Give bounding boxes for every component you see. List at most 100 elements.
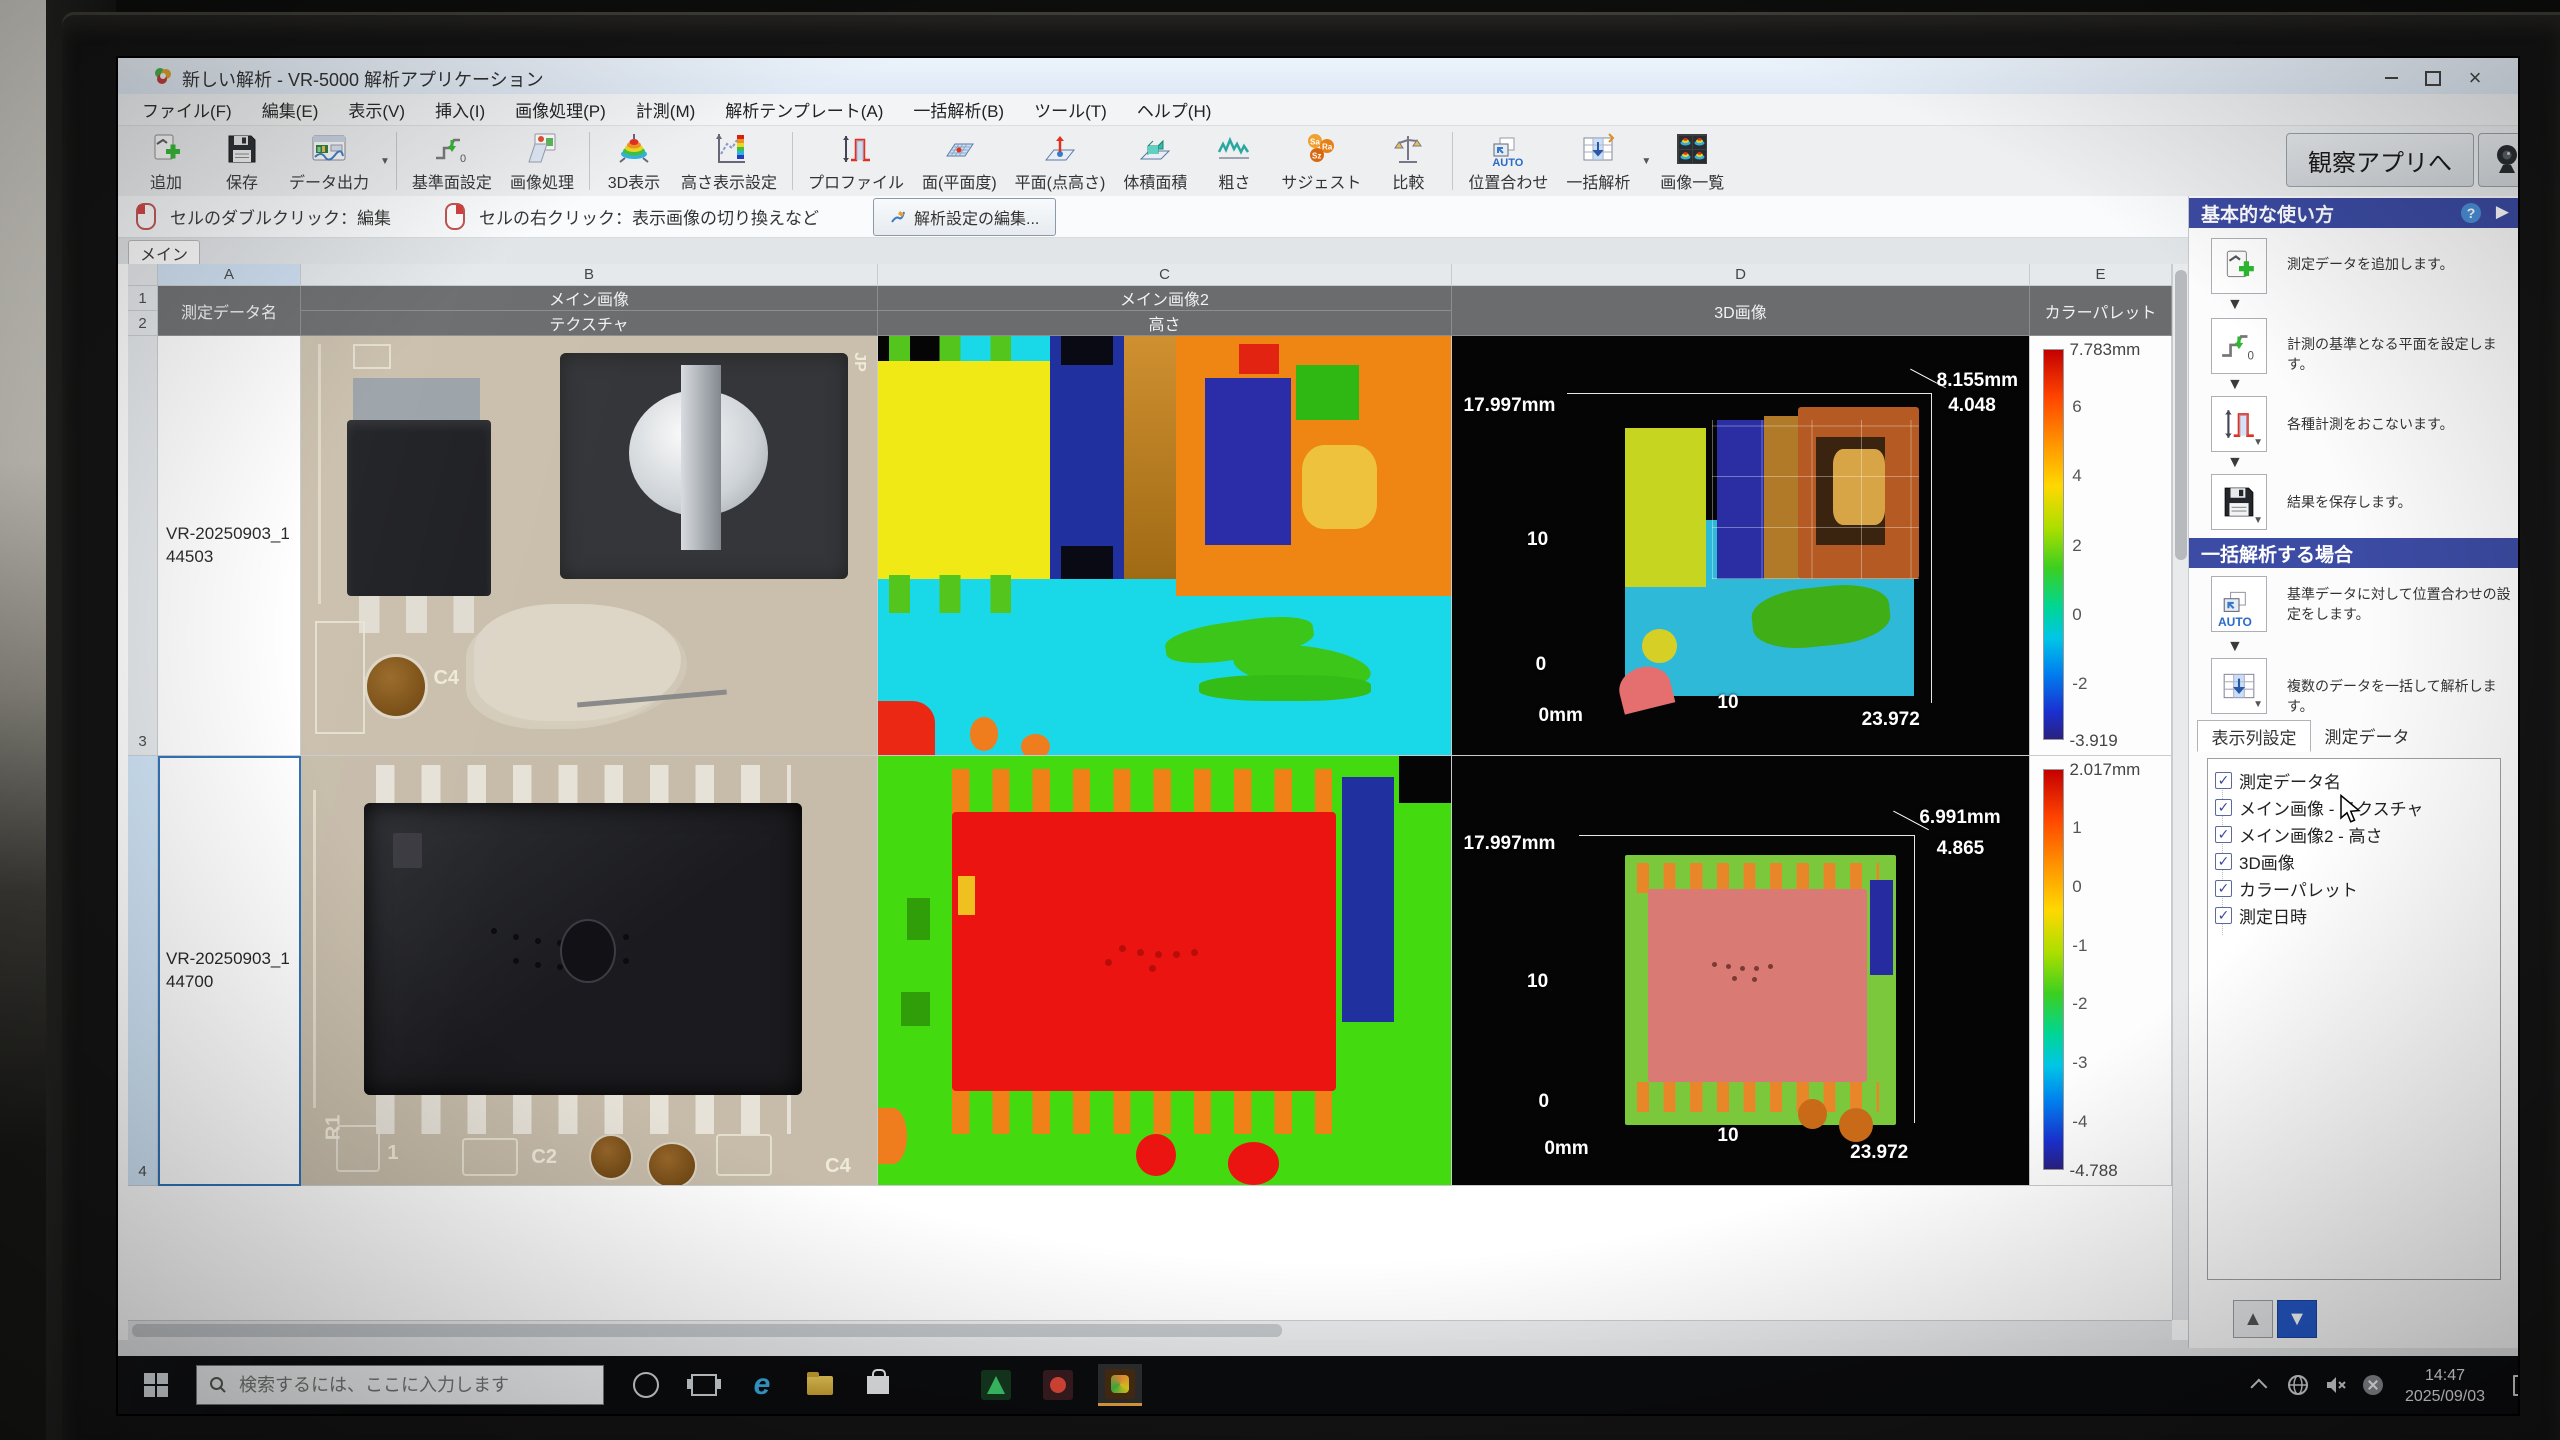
header-texture[interactable]: テクスチャ <box>301 311 878 336</box>
observe-camera-button[interactable] <box>2478 133 2518 187</box>
header-3d-image[interactable]: 3D画像 <box>1452 286 2030 336</box>
corner-cell[interactable] <box>128 264 158 286</box>
toolbar-image-list-button[interactable]: 画像一覧 <box>1651 126 1733 196</box>
tab-measurement-data[interactable]: 測定データ <box>2315 720 2419 750</box>
row1-3d-image-cell[interactable]: 17.997mm 8.155mm 4.048 10 0 0mm 10 23.97… <box>1452 336 2030 756</box>
start-button[interactable] <box>134 1364 178 1406</box>
batch-analysis-dropdown-icon[interactable]: ▼ <box>1641 156 1651 167</box>
batch-dropdown-icon[interactable]: ▼ <box>2253 699 2263 710</box>
column-header-a[interactable]: A <box>158 264 301 286</box>
header-height[interactable]: 高さ <box>878 311 1452 336</box>
check-row-name[interactable]: ✓測定データ名 <box>2215 768 2341 792</box>
search-input[interactable] <box>237 1374 571 1397</box>
move-up-button[interactable]: ▲ <box>2233 1300 2273 1338</box>
data-export-dropdown-icon[interactable]: ▼ <box>380 156 390 167</box>
step-save-button[interactable]: ▼ <box>2211 474 2267 530</box>
check-row-main-image[interactable]: ✓メイン画像 - テクスチャ <box>2215 795 2423 819</box>
menu-analysis-template[interactable]: 解析テンプレート(A) <box>725 97 883 122</box>
maximize-button[interactable] <box>2416 66 2450 90</box>
column-header-e[interactable]: E <box>2030 264 2172 286</box>
help-icon[interactable]: ? <box>2461 203 2481 223</box>
vr-app1-button[interactable] <box>974 1364 1018 1406</box>
edge-button[interactable]: e <box>740 1364 784 1406</box>
store-button[interactable] <box>856 1364 900 1406</box>
row2-palette-cell[interactable]: 2.017mm 1 0 -1 -2 -3 -4 -4.788 <box>2030 756 2172 1186</box>
row1-texture-image-cell[interactable]: C4 JP <box>301 336 878 756</box>
row-header-3[interactable]: 3 <box>128 336 158 756</box>
network-button[interactable] <box>2280 1364 2316 1406</box>
toolbar-datum-plane-button[interactable]: 0 基準面設定 <box>403 126 501 196</box>
measure-dropdown-icon[interactable]: ▼ <box>2253 437 2263 448</box>
menu-image-processing[interactable]: 画像処理(P) <box>515 97 606 122</box>
row2-name-cell-selected[interactable]: VR-20250903_144700 <box>158 756 301 1186</box>
row-header-1[interactable]: 1 <box>128 286 158 311</box>
toolbar-volume-area-button[interactable]: 体積面積 <box>1114 126 1196 196</box>
menu-batch-analysis[interactable]: 一括解析(B) <box>913 97 1004 122</box>
observe-app-button[interactable]: 観察アプリへ <box>2286 133 2474 187</box>
toolbar-flatness-button[interactable]: 面(平面度) <box>913 126 1006 196</box>
header-main-image[interactable]: メイン画像 <box>301 286 878 311</box>
toolbar-height-display-button[interactable]: 高さ表示設定 <box>672 126 786 196</box>
collapse-arrow-icon[interactable]: ▶ <box>2496 202 2509 222</box>
menu-view[interactable]: 表示(V) <box>348 97 405 122</box>
toolbar-compare-button[interactable]: 比較 <box>1370 126 1446 196</box>
vr-analysis-app-button-active[interactable] <box>1098 1364 1142 1406</box>
toolbar-roughness-button[interactable]: 粗さ <box>1196 126 1272 196</box>
header-name[interactable]: 測定データ名 <box>158 286 301 336</box>
tray-app-button[interactable] <box>2356 1364 2390 1406</box>
check-row-color-palette[interactable]: ✓カラーパレット <box>2215 876 2358 900</box>
check-row-3d-image[interactable]: ✓3D画像 <box>2215 849 2295 873</box>
row-header-2[interactable]: 2 <box>128 311 158 336</box>
toolbar-suggest-button[interactable]: SaRaSz サジェスト <box>1272 126 1370 196</box>
row2-texture-image-cell[interactable]: R1 1 C2 C4 <box>301 756 878 1186</box>
step-measure-button[interactable]: ▼ <box>2211 396 2267 452</box>
row2-heightmap-image-cell[interactable] <box>878 756 1452 1186</box>
checkbox-checked-icon[interactable]: ✓ <box>2215 799 2232 816</box>
vertical-scrollbar[interactable] <box>2172 264 2189 1320</box>
step-auto-align-button[interactable]: AUTO <box>2211 576 2267 632</box>
row1-palette-cell[interactable]: 7.783mm 6 4 2 0 -2 -3.919 <box>2030 336 2172 756</box>
vr-app2-button[interactable] <box>1036 1364 1080 1406</box>
close-button[interactable]: × <box>2458 66 2492 90</box>
tab-display-columns[interactable]: 表示列設定 <box>2197 720 2311 752</box>
move-down-button[interactable]: ▼ <box>2277 1300 2317 1338</box>
checkbox-checked-icon[interactable]: ✓ <box>2215 853 2232 870</box>
step-add-data-button[interactable] <box>2211 238 2267 294</box>
toolbar-batch-analysis-button[interactable]: 一括解析 <box>1557 126 1639 196</box>
toolbar-data-export-button[interactable]: データ出力 <box>280 126 378 196</box>
task-view-button[interactable] <box>682 1364 726 1406</box>
toolbar-profile-button[interactable]: プロファイル <box>799 126 913 196</box>
row1-name-cell[interactable]: VR-20250903_144503 <box>158 336 301 756</box>
file-explorer-button[interactable] <box>798 1364 842 1406</box>
minimize-button[interactable] <box>2374 66 2408 90</box>
menu-help[interactable]: ヘルプ(H) <box>1137 97 1212 122</box>
volume-muted-button[interactable] <box>2318 1364 2354 1406</box>
check-row-datetime[interactable]: ✓測定日時 <box>2215 903 2307 927</box>
step-batch-run-button[interactable]: ▼ <box>2211 658 2267 714</box>
menu-measure[interactable]: 計測(M) <box>636 97 695 122</box>
notification-center-button[interactable]: 1 <box>2506 1364 2518 1406</box>
menu-file[interactable]: ファイル(F) <box>142 97 232 122</box>
check-row-main-image2[interactable]: ✓メイン画像2 - 高さ <box>2215 822 2383 846</box>
toolbar-align-button[interactable]: AUTO 位置合わせ <box>1459 126 1557 196</box>
horizontal-scrollbar[interactable] <box>128 1320 2172 1341</box>
toolbar-3d-view-button[interactable]: 3D表示 <box>596 126 672 196</box>
toolbar-save-button[interactable]: 保存 <box>204 126 280 196</box>
header-color-palette[interactable]: カラーパレット <box>2030 286 2172 336</box>
sheet-tab-main[interactable]: メイン <box>128 240 200 265</box>
edit-analysis-settings-button[interactable]: 解析設定の編集... <box>873 198 1056 236</box>
column-header-c[interactable]: C <box>878 264 1452 286</box>
cortana-button[interactable] <box>624 1364 668 1406</box>
toolbar-image-processing-button[interactable]: 画像処理 <box>501 126 583 196</box>
menu-insert[interactable]: 挿入(I) <box>435 97 485 122</box>
tray-expand-button[interactable] <box>2246 1364 2276 1406</box>
menu-tools[interactable]: ツール(T) <box>1034 97 1107 122</box>
column-header-b[interactable]: B <box>301 264 878 286</box>
column-header-d[interactable]: D <box>1452 264 2030 286</box>
menu-edit[interactable]: 編集(E) <box>262 97 319 122</box>
taskbar-search-box[interactable] <box>196 1365 604 1405</box>
checkbox-checked-icon[interactable]: ✓ <box>2215 772 2232 789</box>
row-header-4-selected[interactable]: 4 <box>128 756 158 1186</box>
checkbox-checked-icon[interactable]: ✓ <box>2215 826 2232 843</box>
row1-heightmap-image-cell[interactable] <box>878 336 1452 756</box>
